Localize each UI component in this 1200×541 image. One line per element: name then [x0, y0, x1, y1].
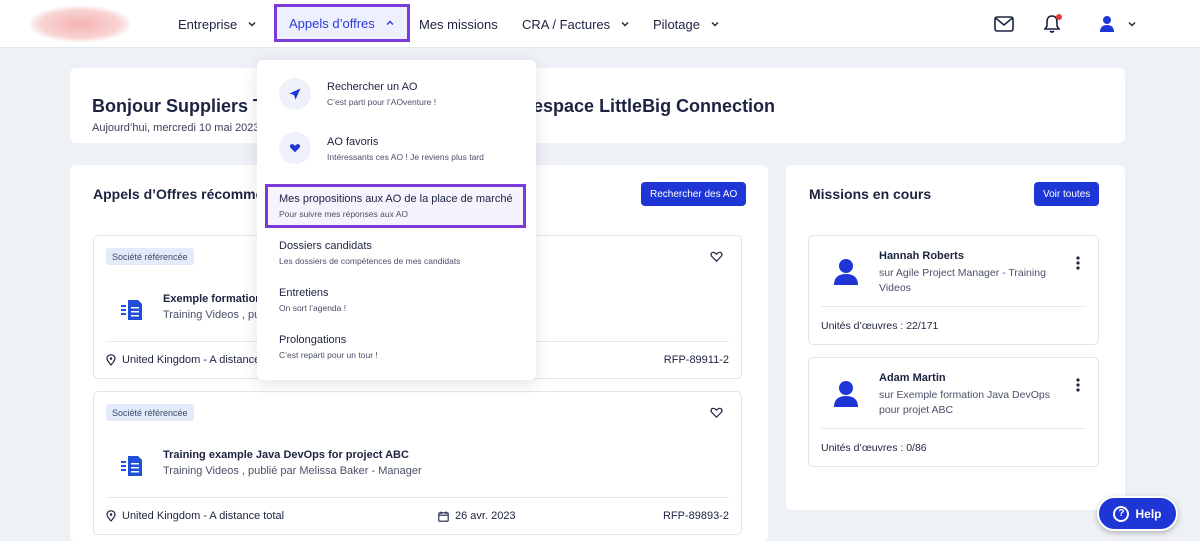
welcome-card: Bonjour Suppliers T re espace LittleBig …: [70, 68, 1125, 143]
ao-title[interactable]: Exemple formation: [163, 293, 262, 305]
calendar-icon: [438, 511, 449, 522]
search-ao-button[interactable]: Rechercher des AO: [641, 182, 747, 206]
menu-item-label: Entretiens: [279, 287, 329, 299]
ao-card[interactable]: Société référencée Training example Java…: [93, 391, 742, 535]
mission-subtitle: sur Exemple formation Java DevOps pour p…: [879, 389, 1050, 416]
nav-item-mes-missions[interactable]: Mes missions: [419, 0, 498, 48]
more-options-icon[interactable]: [1076, 256, 1080, 270]
missions-section-title: Missions en cours: [809, 186, 932, 202]
menu-item-label: Dossiers candidats: [279, 240, 372, 252]
person-icon: [834, 381, 858, 407]
send-icon: [279, 78, 311, 110]
chevron-down-icon: [711, 22, 719, 27]
heart-icon: [279, 132, 311, 164]
ao-location: United Kingdom - A distance: [106, 354, 260, 366]
nav-item-appels-offres[interactable]: Appels d’offres: [274, 4, 410, 42]
nav-label: Entreprise: [178, 16, 238, 32]
welcome-title-start: Bonjour Suppliers T: [92, 96, 265, 116]
menu-item-interviews[interactable]: Entretiens On sort l’agenda !: [257, 283, 536, 323]
nav-item-entreprise[interactable]: Entreprise: [178, 0, 257, 48]
nav-label: Mes missions: [419, 16, 498, 32]
document-icon: [121, 456, 142, 476]
ao-date-text: 26 avr. 2023: [455, 510, 516, 522]
menu-item-my-proposals[interactable]: Mes propositions aux AO de la place de m…: [265, 184, 526, 228]
ao-date: 26 avr. 2023: [438, 510, 516, 522]
menu-item-subtitle: On sort l’agenda !: [279, 303, 347, 313]
mission-card[interactable]: Hannah Roberts sur Agile Project Manager…: [808, 235, 1099, 345]
menu-item-subtitle: Les dossiers de compétences de mes candi…: [279, 256, 461, 266]
menu-item-candidate-files[interactable]: Dossiers candidats Les dossiers de compé…: [257, 236, 536, 276]
ao-location-text: United Kingdom - A distance: [122, 354, 261, 366]
notification-dot: [1056, 14, 1062, 20]
ao-subtitle: Training Videos , publié par Melissa Bak…: [163, 465, 422, 477]
nav-item-cra-factures[interactable]: CRA / Factures: [522, 0, 630, 48]
company-logo[interactable]: [30, 6, 130, 42]
user-icon[interactable]: [1095, 12, 1119, 36]
nav-label: Appels d’offres: [289, 15, 375, 31]
nav-item-pilotage[interactable]: Pilotage: [653, 0, 720, 48]
menu-item-search-ao[interactable]: Rechercher un AO C’est parti pour l’AOve…: [257, 74, 536, 122]
nav-label: CRA / Factures: [522, 16, 611, 32]
person-icon: [834, 259, 858, 285]
location-pin-icon: [106, 510, 116, 522]
welcome-date: Aujourd’hui, mercredi 10 mai 2023: [92, 122, 260, 134]
ao-section-title: Appels d’Offres récomme: [93, 186, 264, 202]
heart-icon[interactable]: [710, 406, 723, 419]
document-icon: [121, 300, 142, 320]
mission-name: Hannah Roberts: [879, 250, 964, 262]
menu-item-subtitle: Intéressants ces AO ! Je reviens plus ta…: [327, 152, 484, 162]
mission-units: Unités d’œuvres : 0/86: [821, 442, 927, 454]
divider: [821, 428, 1086, 429]
ao-location-text: United Kingdom - A distance total: [122, 510, 285, 522]
bell-icon[interactable]: [1040, 12, 1064, 36]
top-navigation: Entreprise Appels d’offres Mes missions …: [0, 0, 1200, 48]
mail-icon[interactable]: [992, 12, 1016, 36]
chevron-up-icon: [386, 20, 394, 25]
see-all-missions-button[interactable]: Voir toutes: [1034, 182, 1100, 206]
chevron-down-icon: [248, 22, 256, 27]
welcome-title: Bonjour Suppliers T: [92, 96, 264, 117]
welcome-title-end: re espace LittleBig Connection: [511, 96, 776, 116]
mission-subtitle: sur Agile Project Manager - Training Vid…: [879, 267, 1046, 294]
ao-subtitle: Training Videos , pu: [163, 309, 261, 321]
chevron-down-icon: [621, 22, 629, 27]
heart-icon[interactable]: [710, 250, 723, 263]
divider: [821, 306, 1086, 307]
ao-reference: RFP-89911-2: [663, 354, 729, 366]
menu-item-label: Rechercher un AO: [327, 81, 418, 93]
nav-label: Pilotage: [653, 16, 700, 32]
menu-item-subtitle: C’est reparti pour un tour !: [279, 350, 378, 360]
status-badge: Société référencée: [106, 404, 194, 421]
mission-name: Adam Martin: [879, 372, 946, 384]
ao-location: United Kingdom - A distance total: [106, 510, 284, 522]
menu-item-ao-favorites[interactable]: AO favoris Intéressants ces AO ! Je revi…: [257, 128, 536, 176]
menu-item-extensions[interactable]: Prolongations C’est reparti pour un tour…: [257, 330, 536, 370]
help-button[interactable]: ? Help: [1097, 496, 1178, 531]
help-label: Help: [1135, 506, 1162, 521]
menu-item-subtitle: Pour suivre mes réponses aux AO: [279, 209, 408, 219]
ao-reference: RFP-89893-2: [662, 510, 729, 522]
chevron-down-icon[interactable]: [1120, 12, 1144, 36]
menu-item-label: AO favoris: [327, 136, 379, 148]
mission-card[interactable]: Adam Martin sur Exemple formation Java D…: [808, 357, 1099, 467]
menu-item-subtitle: C’est parti pour l’AOventure !: [327, 97, 437, 107]
divider: [106, 497, 729, 498]
location-pin-icon: [106, 354, 116, 366]
question-icon: ?: [1113, 505, 1130, 522]
status-badge: Société référencée: [106, 248, 194, 265]
menu-item-label: Prolongations: [279, 334, 347, 346]
menu-item-label: Mes propositions aux AO de la place de m…: [279, 193, 513, 205]
mission-units: Unités d’œuvres : 22/171: [821, 320, 939, 332]
ao-title[interactable]: Training example Java DevOps for project…: [163, 449, 409, 461]
more-options-icon[interactable]: [1076, 378, 1080, 392]
